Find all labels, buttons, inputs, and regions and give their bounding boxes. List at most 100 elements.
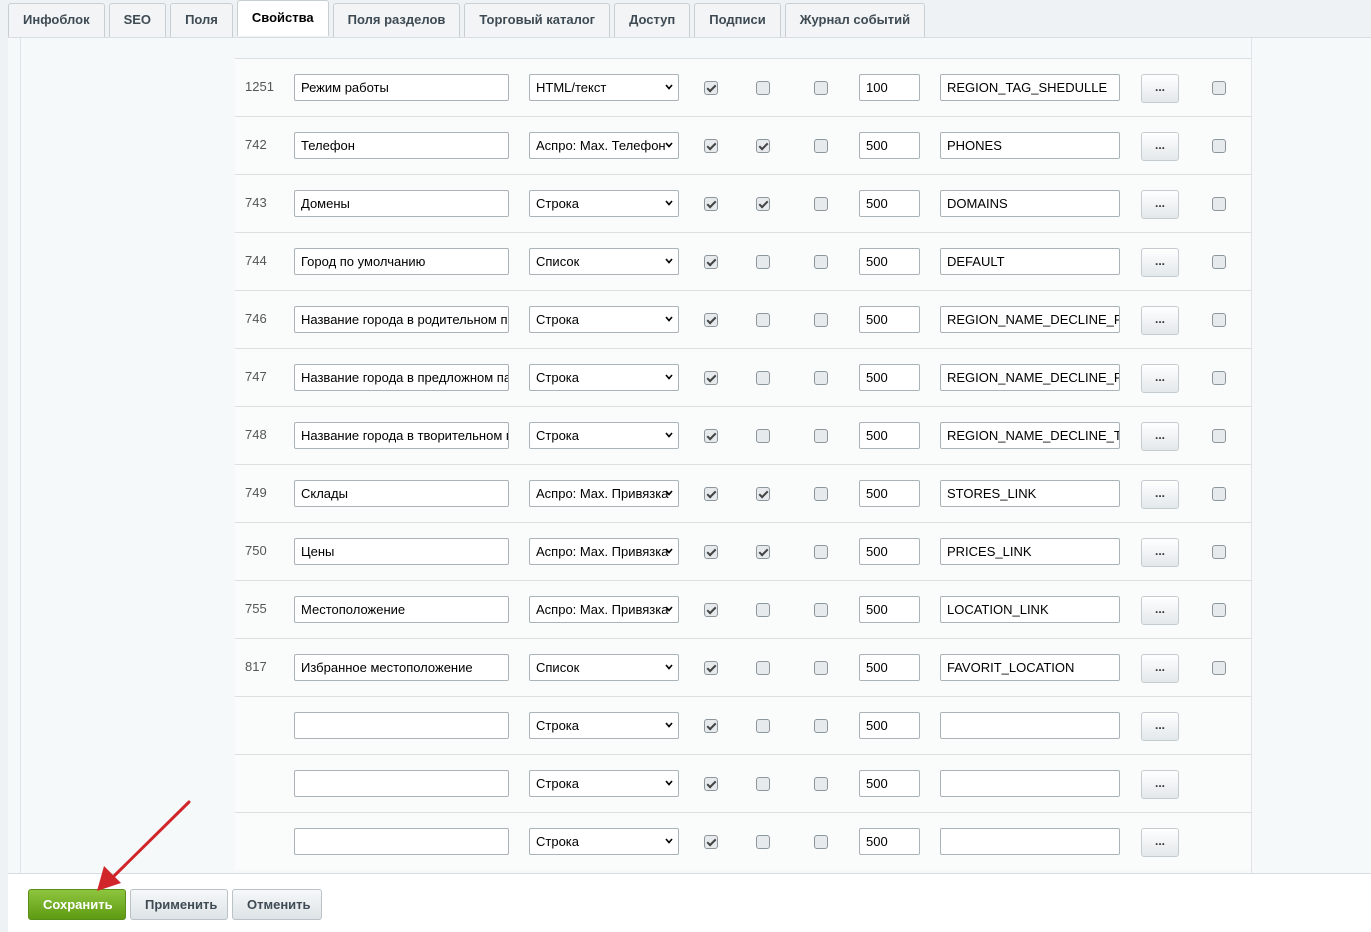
- property-type-select[interactable]: Аспро: Max. Привязка: [529, 480, 679, 507]
- property-settings-button[interactable]: ...: [1141, 132, 1179, 161]
- multiple-checkbox[interactable]: [756, 255, 770, 269]
- property-settings-button[interactable]: ...: [1141, 364, 1179, 393]
- delete-checkbox[interactable]: [1212, 197, 1226, 211]
- multiple-checkbox[interactable]: [756, 429, 770, 443]
- property-settings-button[interactable]: ...: [1141, 596, 1179, 625]
- property-type-select[interactable]: Аспро: Max. Привязка: [529, 596, 679, 623]
- tab-5[interactable]: Торговый каталог: [464, 3, 611, 37]
- tab-1[interactable]: SEO: [108, 3, 167, 37]
- tab-7[interactable]: Подписи: [694, 3, 781, 37]
- property-type-select[interactable]: Аспро: Max. Телефон: [529, 132, 679, 159]
- code-input[interactable]: DOMAINS: [940, 190, 1120, 217]
- sort-input[interactable]: 500: [859, 190, 920, 217]
- property-name-input[interactable]: Телефон: [294, 132, 509, 159]
- active-checkbox[interactable]: [704, 81, 718, 95]
- code-input[interactable]: STORES_LINK: [940, 480, 1120, 507]
- sort-input[interactable]: 500: [859, 712, 920, 739]
- code-input[interactable]: REGION_NAME_DECLINE_PP: [940, 364, 1120, 391]
- delete-checkbox[interactable]: [1212, 313, 1226, 327]
- delete-checkbox[interactable]: [1212, 545, 1226, 559]
- property-type-select[interactable]: Аспро: Max. Привязка: [529, 538, 679, 565]
- multiple-checkbox[interactable]: [756, 603, 770, 617]
- required-checkbox[interactable]: [814, 371, 828, 385]
- code-input[interactable]: [940, 828, 1120, 855]
- required-checkbox[interactable]: [814, 197, 828, 211]
- required-checkbox[interactable]: [814, 661, 828, 675]
- property-name-input[interactable]: Избранное местоположение: [294, 654, 509, 681]
- active-checkbox[interactable]: [704, 835, 718, 849]
- tab-3[interactable]: Свойства: [236, 0, 329, 36]
- property-type-select[interactable]: Список: [529, 654, 679, 681]
- sort-input[interactable]: 500: [859, 480, 920, 507]
- active-checkbox[interactable]: [704, 719, 718, 733]
- sort-input[interactable]: 500: [859, 132, 920, 159]
- property-type-select[interactable]: Строка: [529, 364, 679, 391]
- multiple-checkbox[interactable]: [756, 81, 770, 95]
- required-checkbox[interactable]: [814, 603, 828, 617]
- sort-input[interactable]: 500: [859, 828, 920, 855]
- tab-2[interactable]: Поля: [170, 3, 233, 37]
- required-checkbox[interactable]: [814, 545, 828, 559]
- property-type-select[interactable]: HTML/текст: [529, 74, 679, 101]
- property-name-input[interactable]: Название города в творительном падеже: [294, 422, 509, 449]
- property-type-select[interactable]: Строка: [529, 422, 679, 449]
- property-name-input[interactable]: Местоположение: [294, 596, 509, 623]
- active-checkbox[interactable]: [704, 197, 718, 211]
- delete-checkbox[interactable]: [1212, 255, 1226, 269]
- property-name-input[interactable]: Режим работы: [294, 74, 509, 101]
- sort-input[interactable]: 100: [859, 74, 920, 101]
- property-settings-button[interactable]: ...: [1141, 538, 1179, 567]
- property-name-input[interactable]: Название города в предложном падеже: [294, 364, 509, 391]
- delete-checkbox[interactable]: [1212, 661, 1226, 675]
- code-input[interactable]: [940, 712, 1120, 739]
- property-settings-button[interactable]: ...: [1141, 828, 1179, 857]
- property-settings-button[interactable]: ...: [1141, 248, 1179, 277]
- code-input[interactable]: DEFAULT: [940, 248, 1120, 275]
- code-input[interactable]: REGION_NAME_DECLINE_RP: [940, 306, 1120, 333]
- delete-checkbox[interactable]: [1212, 487, 1226, 501]
- active-checkbox[interactable]: [704, 777, 718, 791]
- property-name-input[interactable]: Название города в родительном падеже: [294, 306, 509, 333]
- property-settings-button[interactable]: ...: [1141, 770, 1179, 799]
- property-settings-button[interactable]: ...: [1141, 306, 1179, 335]
- code-input[interactable]: REGION_TAG_SHEDULLE: [940, 74, 1120, 101]
- sort-input[interactable]: 500: [859, 538, 920, 565]
- active-checkbox[interactable]: [704, 661, 718, 675]
- delete-checkbox[interactable]: [1212, 429, 1226, 443]
- sort-input[interactable]: 500: [859, 364, 920, 391]
- delete-checkbox[interactable]: [1212, 139, 1226, 153]
- multiple-checkbox[interactable]: [756, 719, 770, 733]
- multiple-checkbox[interactable]: [756, 139, 770, 153]
- tab-8[interactable]: Журнал событий: [784, 3, 926, 37]
- multiple-checkbox[interactable]: [756, 197, 770, 211]
- sort-input[interactable]: 500: [859, 422, 920, 449]
- sort-input[interactable]: 500: [859, 654, 920, 681]
- delete-checkbox[interactable]: [1212, 603, 1226, 617]
- property-settings-button[interactable]: ...: [1141, 422, 1179, 451]
- multiple-checkbox[interactable]: [756, 777, 770, 791]
- code-input[interactable]: REGION_NAME_DECLINE_TP: [940, 422, 1120, 449]
- property-name-input[interactable]: [294, 828, 509, 855]
- code-input[interactable]: FAVORIT_LOCATION: [940, 654, 1120, 681]
- tab-4[interactable]: Поля разделов: [332, 3, 461, 37]
- code-input[interactable]: PRICES_LINK: [940, 538, 1120, 565]
- property-name-input[interactable]: Город по умолчанию: [294, 248, 509, 275]
- sort-input[interactable]: 500: [859, 248, 920, 275]
- property-type-select[interactable]: Список: [529, 248, 679, 275]
- property-name-input[interactable]: [294, 770, 509, 797]
- property-type-select[interactable]: Строка: [529, 828, 679, 855]
- multiple-checkbox[interactable]: [756, 371, 770, 385]
- code-input[interactable]: LOCATION_LINK: [940, 596, 1120, 623]
- active-checkbox[interactable]: [704, 545, 718, 559]
- delete-checkbox[interactable]: [1212, 81, 1226, 95]
- active-checkbox[interactable]: [704, 255, 718, 269]
- sort-input[interactable]: 500: [859, 596, 920, 623]
- active-checkbox[interactable]: [704, 429, 718, 443]
- property-settings-button[interactable]: ...: [1141, 480, 1179, 509]
- required-checkbox[interactable]: [814, 255, 828, 269]
- property-type-select[interactable]: Строка: [529, 306, 679, 333]
- save-button[interactable]: Сохранить: [28, 889, 126, 920]
- required-checkbox[interactable]: [814, 81, 828, 95]
- cancel-button[interactable]: Отменить: [232, 889, 322, 920]
- required-checkbox[interactable]: [814, 777, 828, 791]
